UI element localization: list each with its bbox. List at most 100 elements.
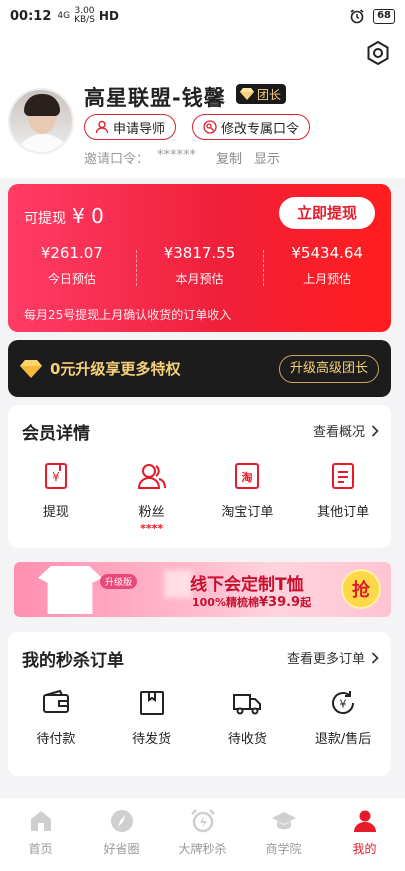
tab-label: 我的 — [352, 842, 377, 856]
tab-label: 首页 — [28, 842, 53, 856]
compass-icon — [110, 810, 133, 832]
stat-last-month[interactable]: ¥5434.64 上月预估 — [263, 244, 391, 287]
view-overview-link[interactable]: 查看概况 — [313, 421, 379, 440]
tab-label: 好省圈 — [103, 842, 140, 856]
stat-label: 上月预估 — [303, 272, 352, 286]
fans-count-masked: **** — [140, 522, 164, 535]
member-grid: ¥ 提现 粉丝 **** 淘 淘宝订单 其他订单 — [8, 461, 391, 535]
blurred-logo — [164, 570, 192, 598]
stat-value: ¥3817.55 — [163, 244, 236, 262]
battery-indicator: 68 — [373, 8, 395, 24]
tab-savings-circle[interactable]: 好省圈 — [81, 798, 162, 871]
stat-today[interactable]: ¥261.07 今日预估 — [8, 244, 136, 287]
stat-this-month[interactable]: ¥3817.55 本月预估 — [135, 244, 264, 287]
copy-link[interactable]: 复制 — [216, 148, 242, 167]
upgrade-senior-leader-button[interactable]: 升级高级团长 — [278, 354, 379, 383]
member-item-other-orders[interactable]: 其他订单 — [295, 461, 391, 535]
other-orders-icon — [332, 463, 355, 489]
status-time: 00:12 — [10, 8, 52, 24]
apply-mentor-label: 申请导师 — [113, 121, 166, 137]
banner-sub-prefix: 100%精梳棉 — [192, 596, 259, 609]
hd-indicator: HD — [98, 9, 119, 23]
person-icon — [353, 810, 376, 832]
view-overview-label: 查看概况 — [312, 425, 365, 440]
package-icon — [139, 691, 164, 715]
stat-label: 本月预估 — [175, 272, 224, 286]
net-speed: 3.00 KB/S — [74, 7, 95, 25]
tab-business-school[interactable]: 商学院 — [243, 798, 324, 871]
bottom-tab-bar: 首页 好省圈 大牌秒杀 商学院 我的 — [0, 797, 405, 871]
net-type: 4G — [57, 10, 71, 21]
member-item-taobao-orders[interactable]: 淘 淘宝订单 — [200, 461, 296, 535]
member-item-label: 淘宝订单 — [221, 505, 274, 520]
withdraw-now-button[interactable]: 立即提现 — [279, 197, 375, 229]
status-bar: 00:12 4G 3.00 KB/S HD 68 — [0, 0, 405, 32]
mentor-icon — [95, 120, 109, 134]
diamond-icon — [240, 88, 254, 100]
order-refund-aftersale[interactable]: ¥ 退款/售后 — [295, 688, 391, 747]
tab-brand-flash-sale[interactable]: 大牌秒杀 — [162, 798, 243, 871]
promo-banner[interactable]: 升级版 线下会定制T恤 100%精梳棉¥39.9起 抢 — [14, 562, 391, 617]
badge-label: 团长 — [257, 87, 282, 102]
apply-mentor-button[interactable]: 申请导师 — [84, 114, 177, 140]
fans-icon — [137, 464, 166, 489]
invite-code: ****** — [157, 148, 197, 163]
svg-text:¥: ¥ — [340, 698, 347, 711]
member-item-label: 提现 — [42, 505, 69, 520]
banner-tag: 升级版 — [100, 574, 138, 589]
stat-label: 今日预估 — [47, 272, 96, 286]
earnings-stats: ¥261.07 今日预估 ¥3817.55 本月预估 ¥5434.64 上月预估 — [8, 244, 391, 287]
invite-code-row: 邀请口令： ****** 复制 显示 — [84, 148, 280, 167]
order-pending-payment[interactable]: 待付款 — [8, 688, 104, 747]
wallet-icon — [42, 689, 69, 713]
order-item-label: 待收货 — [227, 732, 267, 747]
tshirt-image — [38, 566, 102, 614]
order-item-label: 待发货 — [132, 732, 172, 747]
show-link[interactable]: 显示 — [254, 148, 280, 167]
svg-text:¥: ¥ — [52, 470, 60, 484]
member-details-card: 会员详情 查看概况 ¥ 提现 粉丝 **** 淘 淘宝订单 其他订单 — [8, 405, 391, 548]
key-icon — [203, 120, 217, 134]
stat-value: ¥5434.64 — [291, 244, 363, 262]
member-item-fans[interactable]: 粉丝 **** — [104, 461, 200, 535]
order-pending-receipt[interactable]: 待收货 — [200, 688, 296, 747]
diamond-icon — [20, 359, 42, 378]
svg-text:淘: 淘 — [242, 470, 253, 484]
order-item-label: 待付款 — [36, 732, 76, 747]
modify-code-button[interactable]: 修改专属口令 — [192, 114, 311, 140]
user-name: 高星联盟-钱馨 — [84, 86, 226, 110]
alarm-clock-icon — [190, 809, 215, 833]
upgrade-bar[interactable]: 0元升级享更多特权 升级高级团长 — [8, 340, 391, 397]
withdrawable-value: ¥ 0 — [72, 204, 104, 228]
chevron-right-icon — [371, 651, 379, 664]
banner-sub-suffix: 起 — [300, 596, 312, 609]
order-pending-shipment[interactable]: 待发货 — [104, 688, 200, 747]
tab-label: 商学院 — [265, 842, 302, 856]
settings-icon[interactable] — [365, 40, 391, 66]
stat-value: ¥261.07 — [40, 244, 103, 262]
tab-home[interactable]: 首页 — [0, 798, 81, 871]
tab-label: 大牌秒杀 — [178, 842, 227, 856]
network-indicator: 4G — [57, 10, 71, 21]
view-more-orders-label: 查看更多订单 — [286, 652, 365, 667]
graduation-cap-icon — [271, 812, 296, 830]
order-item-label: 退款/售后 — [314, 732, 372, 747]
taobao-icon: 淘 — [235, 463, 260, 489]
tab-mine[interactable]: 我的 — [324, 798, 405, 871]
modify-code-label: 修改专属口令 — [221, 121, 300, 137]
view-more-orders-link[interactable]: 查看更多订单 — [287, 648, 379, 667]
avatar[interactable] — [8, 88, 74, 154]
banner-subline: 100%精梳棉¥39.9起 — [192, 594, 311, 610]
flash-orders-grid: 待付款 待发货 待收货 ¥ 退款/售后 — [8, 688, 391, 747]
member-item-label: 粉丝 — [138, 505, 165, 520]
member-item-withdraw[interactable]: ¥ 提现 — [8, 461, 104, 535]
member-details-title: 会员详情 — [22, 424, 90, 444]
truck-icon — [233, 694, 262, 715]
flash-orders-title: 我的秒杀订单 — [22, 651, 124, 671]
withdraw-icon: ¥ — [44, 463, 67, 489]
profile-header: 高星联盟-钱馨 团长 申请导师 修改专属口令 邀请口令： ****** 复制 显… — [0, 32, 405, 178]
withdrawable-label: 可提现 — [24, 211, 66, 227]
grab-button[interactable]: 抢 — [341, 569, 381, 609]
team-leader-badge: 团长 — [236, 84, 287, 104]
net-speed-unit: KB/S — [74, 15, 95, 25]
